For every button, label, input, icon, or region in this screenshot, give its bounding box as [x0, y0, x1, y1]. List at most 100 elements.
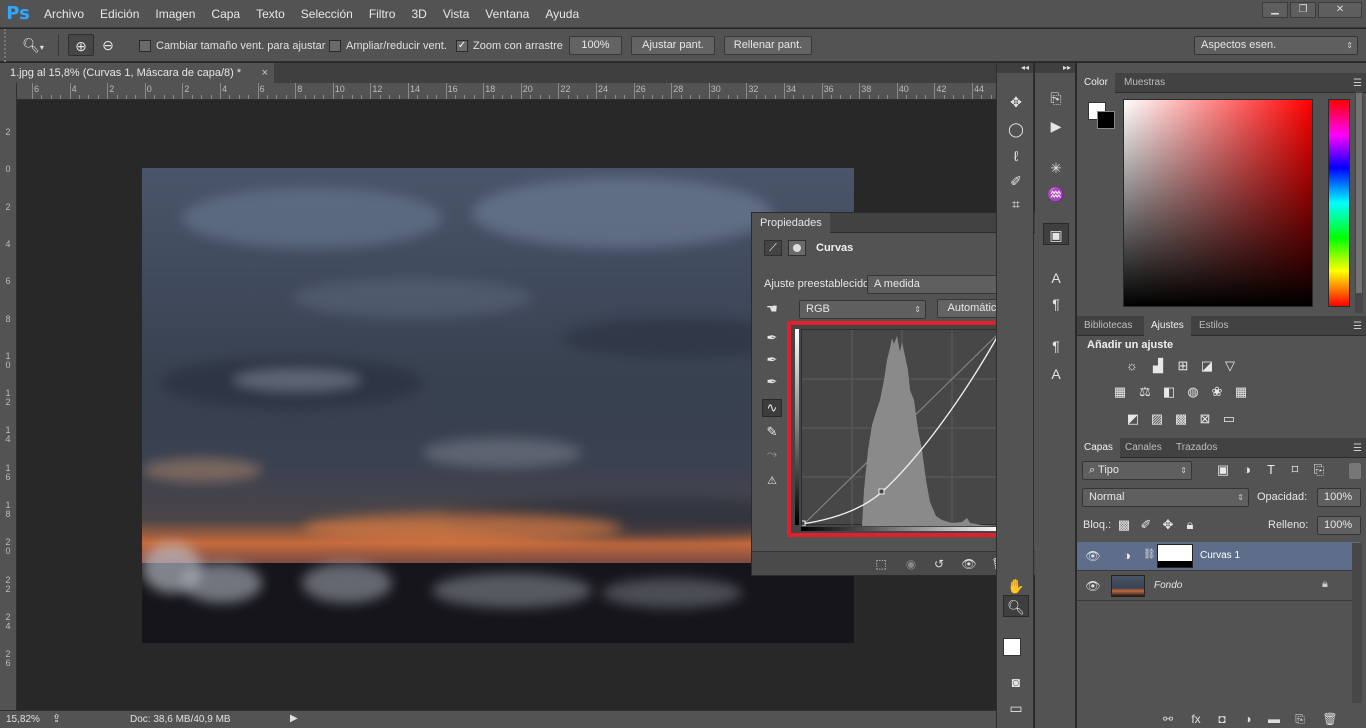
lock-transparent-icon[interactable]: ▩	[1114, 516, 1134, 534]
clipping-warning-icon[interactable]: ⚠	[762, 471, 782, 489]
tab-paths[interactable]: Trazados	[1169, 438, 1224, 458]
color-picker-field[interactable]	[1123, 99, 1313, 307]
layer-filter-select[interactable]: ⌕ Tipo ⇕	[1082, 461, 1192, 480]
properties-panel-icon[interactable]: ▣	[1043, 223, 1069, 245]
photo-filter-icon[interactable]: ◍	[1183, 383, 1203, 401]
filter-type-icon[interactable]: T	[1261, 461, 1281, 479]
zoom-all-option[interactable]: Ampliar/reducir vent.	[329, 38, 447, 53]
menu-seleccion[interactable]: Selección	[293, 0, 361, 28]
layer-name[interactable]: Curvas 1	[1200, 550, 1240, 561]
paragraph-styles-icon[interactable]: ¶	[1043, 335, 1069, 357]
tab-color[interactable]: Color	[1077, 73, 1115, 93]
filter-shape-icon[interactable]: ⌑	[1285, 461, 1305, 479]
visibility-eye-icon[interactable]: 👁︎	[1085, 549, 1101, 563]
color-lookup-icon[interactable]: ▦	[1231, 383, 1251, 401]
add-mask-icon[interactable]: ◘	[1213, 711, 1231, 727]
zoom-tool-icon[interactable]: 🔍︎	[1003, 595, 1029, 617]
filter-toggle-switch[interactable]	[1349, 463, 1361, 479]
exposure-icon[interactable]: ◪	[1197, 357, 1217, 375]
panel-menu-icon[interactable]: ☰	[1353, 443, 1362, 454]
hand-tool-icon[interactable]: ✋	[1003, 575, 1029, 597]
fill-field[interactable]: 100%	[1317, 516, 1361, 535]
lock-pixels-icon[interactable]: ✐	[1136, 516, 1156, 534]
curves-adjustment-icon[interactable]: ⟋	[764, 240, 782, 256]
tab-styles[interactable]: Estilos	[1192, 316, 1235, 336]
menu-ventana[interactable]: Ventana	[477, 0, 537, 28]
blend-mode-select[interactable]: Normal ⇕	[1082, 488, 1249, 507]
document-tab[interactable]: 1.jpg al 15,8% (Curvas 1, Máscara de cap…	[0, 63, 274, 83]
status-menu-arrow-icon[interactable]: ▶	[290, 713, 298, 724]
lock-icon[interactable]: 🔒︎	[1322, 578, 1328, 591]
restore-button[interactable]: ❐	[1290, 2, 1316, 18]
menu-texto[interactable]: Texto	[248, 0, 293, 28]
resize-windows-checkbox[interactable]	[139, 39, 151, 52]
layer-thumbnail[interactable]	[1111, 575, 1145, 597]
crop-icon[interactable]: ⌗	[1003, 193, 1029, 215]
paragraph-icon[interactable]: ¶	[1043, 293, 1069, 315]
resize-windows-option[interactable]: Cambiar tamaño vent. para ajustar	[139, 38, 325, 53]
gradient-map-icon[interactable]: ▭	[1219, 410, 1239, 428]
layers-scrollbar[interactable]	[1352, 543, 1362, 703]
smooth-curve-icon[interactable]: ⤳	[762, 445, 782, 463]
filter-smart-object-icon[interactable]: ⎘	[1309, 461, 1329, 479]
channel-mixer-icon[interactable]: ❀	[1207, 383, 1227, 401]
hue-slider[interactable]	[1328, 99, 1350, 307]
scrollbar-thumb[interactable]	[1356, 93, 1362, 293]
color-balance-icon[interactable]: ⚖	[1135, 383, 1155, 401]
ellipse-marquee-icon[interactable]: ◯	[1003, 118, 1029, 140]
vibrance-icon[interactable]: ▽	[1220, 357, 1240, 375]
new-adjustment-layer-icon[interactable]: ◑	[1239, 711, 1257, 727]
brush-presets-icon[interactable]: ♒	[1043, 183, 1069, 205]
scrubby-zoom-option[interactable]: ✓ Zoom con arrastre	[456, 38, 563, 53]
menu-filtro[interactable]: Filtro	[361, 0, 404, 28]
link-layers-icon[interactable]: ⚯	[1159, 711, 1177, 727]
layer-fondo[interactable]: 👁︎ Fondo 🔒︎	[1077, 572, 1360, 601]
curve-points-icon[interactable]: ∿	[762, 399, 782, 417]
hue-saturation-icon[interactable]: ▦	[1110, 383, 1130, 401]
selective-color-icon[interactable]: ⊠	[1195, 410, 1215, 428]
visibility-eye-icon[interactable]: 👁︎	[1085, 579, 1101, 593]
options-grip[interactable]	[4, 29, 12, 62]
minimize-button[interactable]: ▁	[1262, 2, 1288, 18]
opacity-field[interactable]: 100%	[1317, 488, 1361, 507]
menu-imagen[interactable]: Imagen	[147, 0, 203, 28]
zoom-level[interactable]: 15,82%	[6, 714, 40, 725]
zoom-100-button[interactable]: 100%	[569, 36, 622, 55]
color-background-swatch[interactable]	[1097, 111, 1115, 129]
black-white-icon[interactable]: ◧	[1159, 383, 1179, 401]
reset-icon[interactable]: ↺	[930, 556, 948, 572]
visibility-eye-icon[interactable]: 👁︎	[960, 556, 978, 572]
layer-name[interactable]: Fondo	[1154, 580, 1182, 591]
delete-layer-icon[interactable]: 🗑︎	[1321, 711, 1339, 727]
scrubby-zoom-checkbox[interactable]: ✓	[456, 39, 468, 52]
menu-vista[interactable]: Vista	[435, 0, 477, 28]
filter-pixel-icon[interactable]: ▣	[1213, 461, 1233, 479]
collapse-tools-icon[interactable]: ◂◂	[997, 63, 1033, 73]
lock-position-icon[interactable]: ✥	[1158, 516, 1178, 534]
view-previous-state-icon[interactable]: ◉	[902, 556, 920, 572]
color-panel-scrollbar[interactable]	[1355, 91, 1363, 313]
preset-select[interactable]: A medida⇕	[867, 275, 1014, 294]
menu-capa[interactable]: Capa	[203, 0, 248, 28]
share-icon[interactable]: ⇪	[52, 712, 61, 725]
menu-3d[interactable]: 3D	[403, 0, 434, 28]
character-icon[interactable]: A	[1043, 267, 1069, 289]
eyedropper-white-icon[interactable]: ✒	[762, 373, 782, 391]
zoom-tool-preset-icon[interactable]: 🔍︎▾	[20, 34, 46, 56]
clip-to-layer-icon[interactable]: ⬚	[872, 556, 890, 572]
menu-ayuda[interactable]: Ayuda	[537, 0, 587, 28]
fit-screen-button[interactable]: Ajustar pant.	[631, 36, 715, 55]
lock-all-icon[interactable]: 🔒︎	[1180, 516, 1200, 534]
new-group-icon[interactable]: ▬	[1265, 711, 1283, 727]
filter-adjustment-icon[interactable]: ◑	[1237, 461, 1257, 479]
menu-edicion[interactable]: Edición	[92, 0, 147, 28]
threshold-icon[interactable]: ▩	[1171, 410, 1191, 428]
character-styles-icon[interactable]: A	[1043, 363, 1069, 385]
curves-graph[interactable]	[799, 329, 1003, 527]
curves-icon[interactable]: ⊞	[1173, 357, 1193, 375]
layer-mask-thumbnail[interactable]	[1157, 544, 1193, 568]
layer-mask-icon[interactable]	[788, 240, 806, 256]
brush-settings-icon[interactable]: ✳	[1043, 157, 1069, 179]
channel-select[interactable]: RGB ⇕	[799, 300, 926, 319]
move-tool-icon[interactable]: ✥	[1003, 91, 1029, 113]
